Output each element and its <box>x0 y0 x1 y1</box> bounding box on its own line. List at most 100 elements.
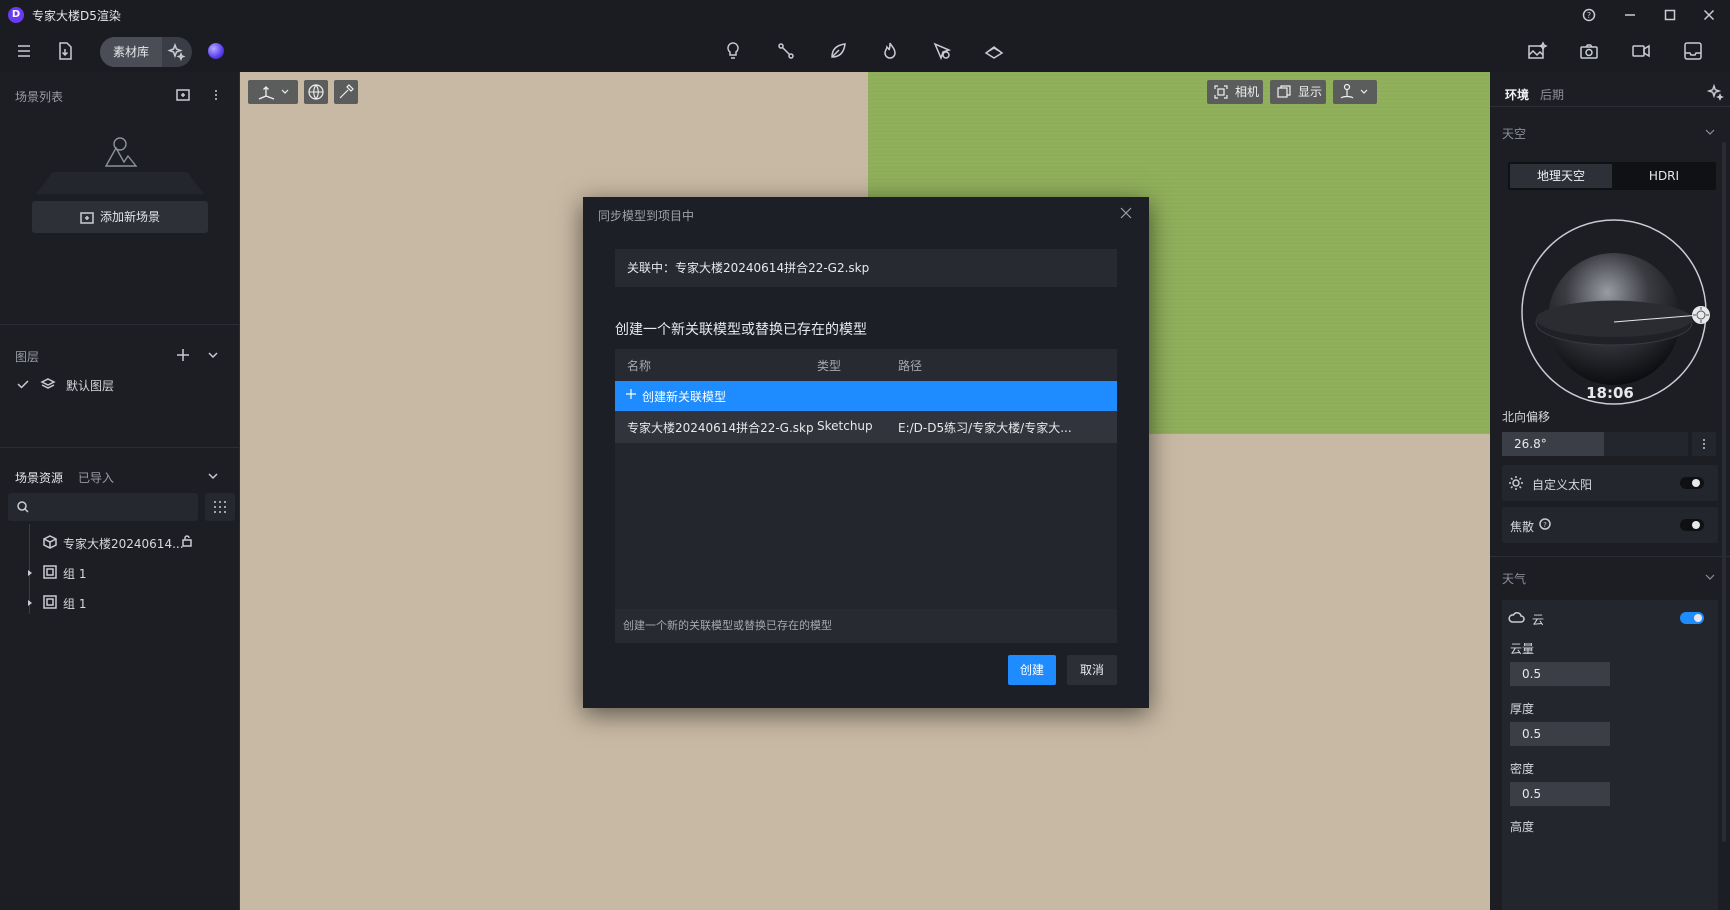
more-options-icon[interactable] <box>208 87 224 103</box>
help-icon[interactable]: ? <box>1580 6 1598 24</box>
sun-icon <box>1508 475 1524 491</box>
plus-icon <box>625 388 637 400</box>
tree-item-group[interactable]: 组 1 <box>63 595 86 612</box>
camera-view-label: 相机 <box>1235 85 1260 99</box>
fire-icon[interactable] <box>879 40 901 62</box>
camera-icon[interactable] <box>1578 40 1600 62</box>
table-row[interactable]: 专家大楼20240614拼合22-G.skp Sketchup E:/D-D5练… <box>615 411 1117 443</box>
lock-icon[interactable] <box>180 534 194 548</box>
minimize-button[interactable] <box>1621 6 1639 24</box>
cancel-button[interactable]: 取消 <box>1067 655 1117 685</box>
layers-title: 图层 <box>15 350 40 364</box>
tab-scene-assets[interactable]: 场景资源 <box>15 469 63 486</box>
dialog-title: 同步模型到项目中 <box>598 209 695 223</box>
import-file-icon[interactable] <box>54 40 76 62</box>
close-window-button[interactable] <box>1700 6 1718 24</box>
create-button[interactable]: 创建 <box>1008 655 1056 685</box>
chevron-down-icon[interactable] <box>206 469 220 483</box>
leaf-icon[interactable] <box>827 40 849 62</box>
tab-post[interactable]: 后期 <box>1540 86 1564 103</box>
right-panel-scrollbar[interactable] <box>1722 142 1726 842</box>
help-icon[interactable]: ? <box>1538 517 1552 531</box>
person-view-button[interactable] <box>1333 80 1377 104</box>
mountain-placeholder-icon <box>104 134 138 168</box>
select-tool-icon[interactable] <box>931 40 953 62</box>
cloud-label: 云 <box>1532 613 1545 627</box>
asset-library-pill[interactable]: 素材库 <box>100 37 192 67</box>
create-new-link-row[interactable]: 创建新关联模型 <box>615 381 1117 411</box>
add-layer-icon[interactable] <box>174 346 192 364</box>
slider-handle[interactable] <box>1592 432 1604 456</box>
globe-icon[interactable] <box>304 80 328 104</box>
display-icon <box>1276 84 1292 100</box>
custom-sun-label: 自定义太阳 <box>1532 478 1593 492</box>
add-scene-button[interactable]: 添加新场景 <box>32 201 208 233</box>
add-scene-icon[interactable] <box>175 87 191 103</box>
eyedropper-icon[interactable] <box>334 80 358 104</box>
maximize-button[interactable] <box>1661 6 1679 24</box>
tree-item-model[interactable]: 专家大楼20240614... <box>63 535 184 552</box>
cloud-icon <box>1508 610 1526 626</box>
app-logo: D <box>8 7 24 23</box>
terrain-icon[interactable] <box>983 40 1005 62</box>
transform-gizmo-button[interactable] <box>248 80 298 104</box>
density-slider[interactable]: 0.5 <box>1510 782 1710 806</box>
menu-icon[interactable] <box>13 40 35 62</box>
expand-arrow-icon[interactable] <box>26 569 34 577</box>
expand-arrow-icon[interactable] <box>26 599 34 607</box>
linked-model-info: 关联中：专家大楼20240614拼合22-G2.skp <box>615 249 1117 287</box>
tab-environment[interactable]: 环境 <box>1505 86 1529 103</box>
sky-tab-geo[interactable]: 地理天空 <box>1510 164 1612 188</box>
render-output-icon[interactable] <box>1682 40 1704 62</box>
close-icon[interactable] <box>1118 205 1134 221</box>
column-path: 路径 <box>898 359 923 373</box>
chevron-down-icon[interactable] <box>1704 571 1716 583</box>
model-table: 名称 类型 路径 创建新关联模型 专家大楼20240614拼合22-G.skp … <box>615 349 1117 643</box>
weather-section-title: 天气 <box>1502 572 1527 586</box>
search-icon <box>16 500 30 514</box>
sky-mode-switch: 地理天空 HDRI <box>1508 162 1716 190</box>
sparkle-icon[interactable] <box>1706 84 1724 102</box>
focus-frame-icon <box>1213 84 1229 100</box>
cloud-amount-slider[interactable]: 0.5 <box>1510 662 1710 686</box>
sun-position-dial[interactable] <box>1514 212 1714 412</box>
asset-search-input[interactable] <box>8 493 198 521</box>
display-button[interactable]: 显示 <box>1270 80 1326 104</box>
more-options-icon[interactable] <box>1692 432 1716 456</box>
sun-time-display: 18:06 <box>1586 384 1634 402</box>
caustics-toggle[interactable] <box>1680 519 1704 531</box>
layers-icon <box>40 376 56 392</box>
height-label: 高度 <box>1510 820 1535 834</box>
chevron-down-icon[interactable] <box>1704 126 1716 138</box>
ai-assistant-orb[interactable] <box>208 43 224 59</box>
sky-tab-hdri[interactable]: HDRI <box>1614 164 1714 188</box>
cloud-card: 云 云量 0.5 厚度 0.5 密度 0.5 高度 <box>1502 600 1718 910</box>
grid-view-button[interactable] <box>205 493 235 521</box>
density-label: 密度 <box>1510 762 1535 776</box>
svg-text:?: ? <box>1587 11 1591 20</box>
image-edit-icon[interactable] <box>1526 40 1548 62</box>
chevron-down-icon[interactable] <box>206 348 220 362</box>
file-name: 专家大楼20240614拼合22-G.skp <box>627 421 814 435</box>
asset-library-button[interactable]: 素材库 <box>100 37 162 67</box>
custom-sun-toggle[interactable] <box>1680 477 1704 489</box>
default-layer-label[interactable]: 默认图层 <box>66 377 114 394</box>
sparkle-icon[interactable] <box>166 42 186 62</box>
north-offset-value: 26.8° <box>1514 437 1547 451</box>
cloud-toggle[interactable] <box>1680 612 1704 624</box>
light-bulb-icon[interactable] <box>722 40 744 62</box>
camera-view-button[interactable]: 相机 <box>1207 80 1263 104</box>
tab-imported[interactable]: 已导入 <box>78 469 114 486</box>
thickness-label: 厚度 <box>1510 702 1535 716</box>
check-icon[interactable] <box>16 377 30 391</box>
north-offset-slider[interactable]: 26.8° <box>1502 432 1688 456</box>
caustics-label: 焦散 <box>1510 520 1535 534</box>
divider <box>0 324 240 325</box>
video-icon[interactable] <box>1630 40 1652 62</box>
tree-item-group[interactable]: 组 1 <box>63 565 86 582</box>
scene-placeholder <box>36 172 204 194</box>
path-tool-icon[interactable] <box>775 40 797 62</box>
divider <box>0 447 240 448</box>
thickness-slider[interactable]: 0.5 <box>1510 722 1710 746</box>
svg-text:?: ? <box>1543 521 1547 529</box>
